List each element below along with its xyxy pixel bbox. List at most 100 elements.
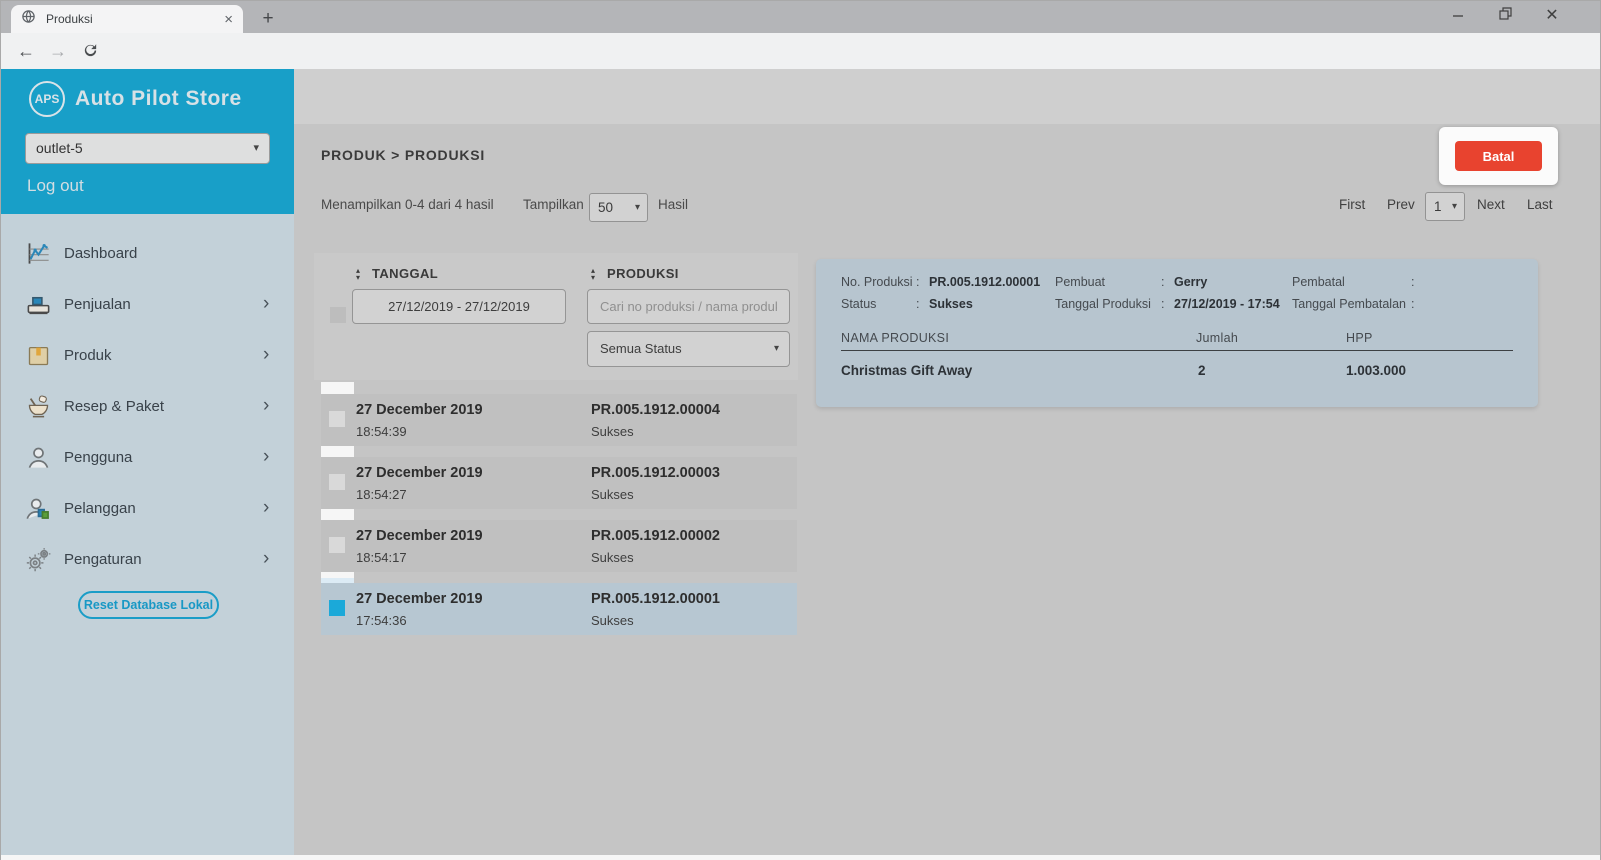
row-checkbox-checked[interactable] (329, 600, 345, 616)
sidebar-item-produk[interactable]: Produk › (1, 337, 294, 375)
chevron-down-icon: ▾ (253, 134, 259, 163)
batal-button[interactable]: Batal (1455, 141, 1542, 171)
window-bottom-edge (1, 855, 1600, 860)
colon: : (916, 275, 919, 289)
window-restore-button[interactable] (1482, 1, 1528, 31)
browser-toolbar: ← → member.autopilotstore.co.id/produksi… (1, 33, 1600, 69)
tampilkan-label: Tampilkan (523, 197, 584, 212)
sidebar-item-pelanggan[interactable]: Pelanggan › (1, 490, 294, 528)
row-checkbox[interactable] (329, 537, 345, 553)
detail-label: Status (841, 297, 876, 311)
logout-link[interactable]: Log out (27, 176, 84, 196)
detail-value-tanggal-produksi: 27/12/2019 - 17:54 (1174, 297, 1280, 311)
table-row[interactable]: 27 December 2019 18:54:17 PR.005.1912.00… (321, 520, 797, 572)
detail-table-divider (841, 350, 1513, 351)
column-header-produksi[interactable]: PRODUKSI (607, 266, 679, 281)
brand-title: Auto Pilot Store (75, 87, 242, 111)
new-tab-button[interactable]: + (255, 6, 281, 32)
browser-tab[interactable]: Produksi × (11, 5, 243, 33)
sidebar-item-label: Dashboard (64, 235, 137, 273)
breadcrumb: PRODUK > PRODUKSI (321, 147, 485, 163)
row-status: Sukses (591, 613, 634, 628)
colon: : (916, 297, 919, 311)
sidebar-item-pengaturan[interactable]: Pengaturan › (1, 541, 294, 579)
user-icon (25, 444, 52, 471)
row-production-code: PR.005.1912.00002 (591, 528, 720, 544)
colon: : (1161, 275, 1164, 289)
reload-icon[interactable] (77, 38, 103, 64)
page-size-value: 50 (598, 200, 613, 215)
detail-product-hpp: 1.003.000 (1346, 363, 1406, 378)
sort-produksi-icon[interactable]: ▴▾ (587, 267, 599, 281)
sidebar: APS Auto Pilot Store outlet-5 ▾ Log out (1, 69, 294, 855)
row-production-code: PR.005.1912.00001 (591, 591, 720, 607)
back-icon[interactable]: ← (13, 38, 39, 64)
outlet-select-value: outlet-5 (36, 140, 83, 156)
pagination-first[interactable]: First (1339, 197, 1365, 212)
date-range-input[interactable] (352, 289, 566, 324)
detail-table-header-hpp: HPP (1346, 331, 1373, 345)
detail-value-no-produksi: PR.005.1912.00001 (929, 275, 1040, 289)
page-size-select[interactable]: 50 ▾ (589, 193, 648, 222)
sidebar-item-pengguna[interactable]: Pengguna › (1, 439, 294, 477)
tab-strip: Produksi × + ✕ (1, 1, 1600, 33)
sidebar-item-label: Penjualan (64, 286, 131, 324)
row-production-code: PR.005.1912.00003 (591, 465, 720, 481)
mortar-pestle-icon (25, 393, 52, 420)
chevron-right-icon: › (263, 286, 269, 322)
results-summary: Menampilkan 0-4 dari 4 hasil (321, 197, 494, 212)
chevron-right-icon: › (263, 337, 269, 373)
package-box-icon (25, 342, 52, 369)
row-status: Sukses (591, 550, 634, 565)
table-row-selected[interactable]: 27 December 2019 17:54:36 PR.005.1912.00… (321, 583, 797, 635)
window-minimize-button[interactable] (1435, 1, 1481, 31)
column-header-tanggal[interactable]: TANGGAL (372, 266, 438, 281)
sort-tanggal-icon[interactable]: ▴▾ (352, 267, 364, 281)
pagination-page-select[interactable]: 1 ▾ (1425, 192, 1465, 221)
row-production-code: PR.005.1912.00004 (591, 402, 720, 418)
row-date: 27 December 2019 (356, 591, 483, 607)
detail-product-name: Christmas Gift Away (841, 363, 972, 378)
search-input[interactable] (587, 289, 790, 324)
sidebar-item-label: Pelanggan (64, 490, 136, 528)
sidebar-item-label: Resep & Paket (64, 388, 164, 426)
row-time: 17:54:36 (356, 613, 407, 628)
pagination-next[interactable]: Next (1477, 197, 1505, 212)
outlet-select[interactable]: outlet-5 ▾ (25, 133, 270, 164)
sidebar-item-resep-paket[interactable]: Resep & Paket › (1, 388, 294, 426)
customer-bag-icon (25, 495, 52, 522)
tab-close-icon[interactable]: × (224, 11, 233, 28)
gears-icon (25, 546, 52, 573)
status-select-value: Semua Status (600, 341, 682, 356)
pagination-last[interactable]: Last (1527, 197, 1553, 212)
reset-database-button[interactable]: Reset Database Lokal (78, 591, 219, 619)
sidebar-item-penjualan[interactable]: Penjualan › (1, 286, 294, 324)
status-select[interactable]: Semua Status ▾ (587, 331, 790, 367)
forward-icon[interactable]: → (45, 38, 71, 64)
chevron-right-icon: › (263, 541, 269, 577)
batal-highlight-card: Batal (1439, 127, 1558, 185)
detail-table-header-nama: NAMA PRODUKSI (841, 331, 949, 345)
row-status: Sukses (591, 424, 634, 439)
detail-label: Tanggal Pembatalan (1292, 297, 1406, 311)
chevron-down-icon: ▾ (635, 194, 640, 221)
hasil-label: Hasil (658, 197, 688, 212)
select-all-checkbox[interactable] (330, 307, 346, 323)
window-close-button[interactable]: ✕ (1529, 1, 1575, 31)
row-date: 27 December 2019 (356, 465, 483, 481)
sidebar-item-label: Pengguna (64, 439, 132, 477)
row-checkbox[interactable] (329, 411, 345, 427)
table-row[interactable]: 27 December 2019 18:54:27 PR.005.1912.00… (321, 457, 797, 509)
main-top-bar (294, 69, 1600, 124)
row-checkbox[interactable] (329, 474, 345, 490)
table-row[interactable]: 27 December 2019 18:54:39 PR.005.1912.00… (321, 394, 797, 446)
row-time: 18:54:17 (356, 550, 407, 565)
globe-icon (21, 9, 36, 29)
sidebar-item-dashboard[interactable]: Dashboard (1, 235, 294, 273)
sidebar-item-label: Pengaturan (64, 541, 142, 579)
chevron-down-icon: ▾ (774, 332, 779, 366)
chevron-down-icon: ▾ (1452, 193, 1457, 220)
pagination-prev[interactable]: Prev (1387, 197, 1415, 212)
cash-register-icon (25, 291, 52, 318)
production-detail-card: No. Produksi : PR.005.1912.00001 Status … (816, 259, 1538, 407)
